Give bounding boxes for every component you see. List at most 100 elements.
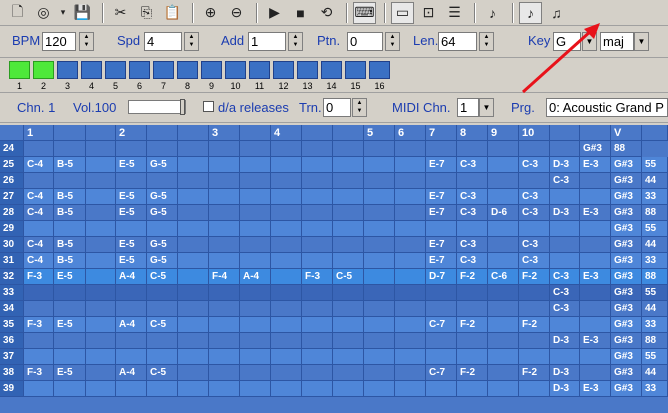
- note-cell[interactable]: [86, 173, 116, 189]
- note-cell[interactable]: [178, 381, 209, 397]
- note-cell[interactable]: C-4: [24, 253, 54, 269]
- grid-row[interactable]: 32 F-3 E-5 A-4 C-5 F-4 A-4 F-3 C-5 D-7 F-2 C-6 F-2 C-…: [0, 269, 668, 285]
- note-cell[interactable]: [147, 333, 178, 349]
- note-cell[interactable]: [302, 141, 333, 157]
- pattern-spinner[interactable]: ▲ ▼: [385, 32, 400, 51]
- note-cell[interactable]: [54, 173, 86, 189]
- note-cell[interactable]: [24, 349, 54, 365]
- note-cell[interactable]: [488, 349, 519, 365]
- grid-row[interactable]: 30 C-4 B-5 E-5 G-5 E-7 C-3 C-3 G#3 44: [0, 237, 668, 253]
- note-cell[interactable]: [488, 285, 519, 301]
- note-cell[interactable]: [24, 301, 54, 317]
- pattern-cell[interactable]: [129, 61, 150, 79]
- note-cell[interactable]: B-5: [54, 189, 86, 205]
- note-cell[interactable]: [86, 317, 116, 333]
- note-cell[interactable]: [333, 205, 364, 221]
- note-cell[interactable]: E-7: [426, 157, 457, 173]
- note-cell[interactable]: [457, 221, 488, 237]
- note-cell[interactable]: [209, 253, 240, 269]
- note-cell[interactable]: [147, 381, 178, 397]
- note-cell[interactable]: [364, 221, 395, 237]
- pattern-cell[interactable]: [345, 61, 366, 79]
- pattern-input[interactable]: 0: [347, 32, 383, 51]
- note-cell[interactable]: G#3: [611, 365, 642, 381]
- note-cell[interactable]: [580, 221, 611, 237]
- note-cell[interactable]: [86, 269, 116, 285]
- pattern-cell[interactable]: [105, 61, 126, 79]
- note-cell[interactable]: [519, 285, 550, 301]
- note-cell[interactable]: C-3: [519, 253, 550, 269]
- note-cell[interactable]: [271, 237, 302, 253]
- note-cell[interactable]: 88: [642, 333, 668, 349]
- note-cell[interactable]: [24, 285, 54, 301]
- note-cell[interactable]: G-5: [147, 205, 178, 221]
- note-cell[interactable]: F-3: [24, 269, 54, 285]
- note-cell[interactable]: [364, 365, 395, 381]
- note-cell[interactable]: [271, 333, 302, 349]
- note-cell[interactable]: [86, 285, 116, 301]
- note-cell[interactable]: [86, 205, 116, 221]
- note-cell[interactable]: [147, 173, 178, 189]
- mode-dropdown-icon[interactable]: ▼: [634, 32, 649, 51]
- note-cell[interactable]: G-5: [147, 189, 178, 205]
- note-cell[interactable]: [519, 349, 550, 365]
- bpm-input[interactable]: 120: [42, 32, 76, 51]
- note-cell[interactable]: [116, 333, 147, 349]
- note-cell[interactable]: [178, 349, 209, 365]
- note-cell[interactable]: [271, 301, 302, 317]
- note-cell[interactable]: C-7: [426, 317, 457, 333]
- note-cell[interactable]: [395, 141, 426, 157]
- note-cell[interactable]: F-4: [209, 269, 240, 285]
- note-cell[interactable]: [426, 333, 457, 349]
- note-cell[interactable]: E-7: [426, 189, 457, 205]
- note-cell[interactable]: [364, 205, 395, 221]
- note-cell[interactable]: [178, 365, 209, 381]
- pattern-cell[interactable]: [273, 61, 294, 79]
- note-cell[interactable]: [86, 141, 116, 157]
- note-cell[interactable]: [457, 381, 488, 397]
- note-cell[interactable]: [54, 381, 86, 397]
- note-cell[interactable]: [395, 157, 426, 173]
- note-cell[interactable]: [457, 173, 488, 189]
- note-cell[interactable]: E-5: [116, 189, 147, 205]
- note-cell[interactable]: D-3: [550, 205, 580, 221]
- note-cell[interactable]: [457, 285, 488, 301]
- pattern-cell[interactable]: [297, 61, 318, 79]
- note-cell[interactable]: [550, 221, 580, 237]
- note-cell[interactable]: [457, 141, 488, 157]
- note-cell[interactable]: [488, 365, 519, 381]
- note-cell[interactable]: G#3: [611, 237, 642, 253]
- speed-input[interactable]: 4: [144, 32, 182, 51]
- note-cell[interactable]: [271, 285, 302, 301]
- note-cell[interactable]: [178, 301, 209, 317]
- double-note-icon[interactable]: ♫: [545, 2, 568, 24]
- note-cell[interactable]: [364, 141, 395, 157]
- note-cell[interactable]: [271, 349, 302, 365]
- note-cell[interactable]: [302, 285, 333, 301]
- note-cell[interactable]: 33: [642, 189, 668, 205]
- note-cell[interactable]: [519, 381, 550, 397]
- note-cell[interactable]: [209, 365, 240, 381]
- note-cell[interactable]: [209, 141, 240, 157]
- pattern-cell[interactable]: [369, 61, 390, 79]
- grid-row[interactable]: 39 D-3 E-3 G#3 33: [0, 381, 668, 397]
- note-cell[interactable]: C-3: [457, 205, 488, 221]
- note-cell[interactable]: [488, 173, 519, 189]
- note-cell[interactable]: [54, 221, 86, 237]
- note-cell[interactable]: [333, 349, 364, 365]
- note-cell[interactable]: D-3: [550, 381, 580, 397]
- note-cell[interactable]: B-5: [54, 157, 86, 173]
- note-cell[interactable]: [86, 301, 116, 317]
- save-icon[interactable]: 💾: [71, 2, 94, 24]
- note-cell[interactable]: [488, 141, 519, 157]
- note-cell[interactable]: [333, 381, 364, 397]
- bpm-spinner[interactable]: ▲ ▼: [79, 32, 94, 51]
- note-cell[interactable]: C-3: [519, 205, 550, 221]
- note-cell[interactable]: [209, 301, 240, 317]
- dropdown-arrow-icon[interactable]: ▾: [58, 2, 68, 24]
- note-cell[interactable]: [116, 141, 147, 157]
- note-cell[interactable]: [116, 285, 147, 301]
- note-cell[interactable]: 44: [642, 173, 668, 189]
- length-input[interactable]: 64: [438, 32, 477, 51]
- note-cell[interactable]: [240, 221, 271, 237]
